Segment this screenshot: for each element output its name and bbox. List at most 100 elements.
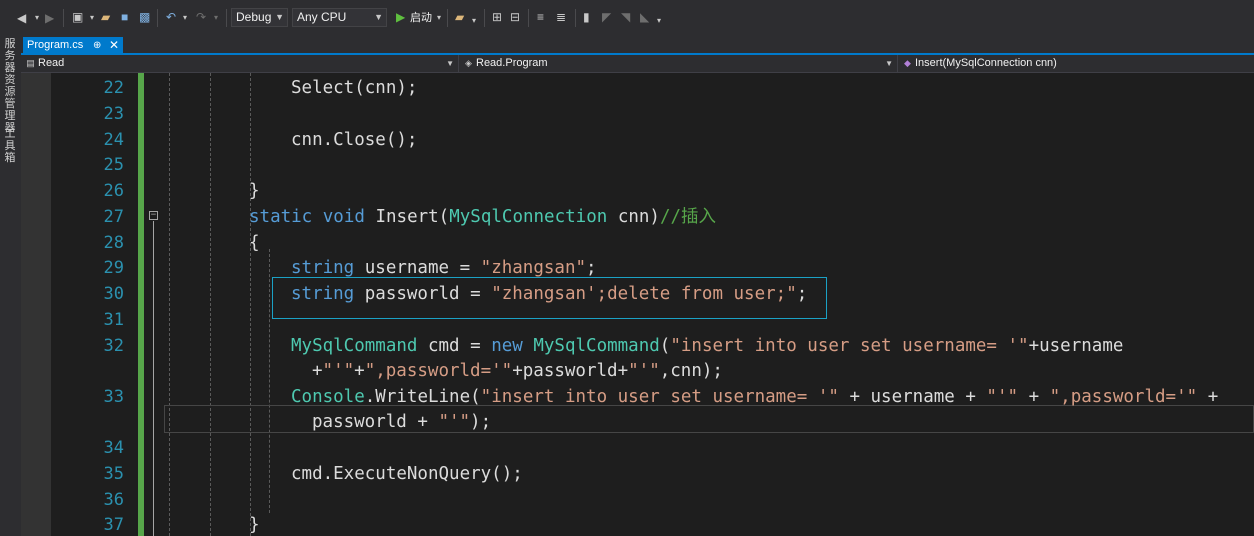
chevron-down-icon: ▼: [374, 12, 383, 22]
code-line-22: Select(cnn);: [291, 78, 417, 98]
indent-guide: [169, 73, 170, 536]
type-name: MySqlCommand: [291, 336, 418, 356]
code-line-24: cnn.Close();: [291, 130, 417, 150]
csharp-project-icon: ▤: [26, 58, 35, 68]
string-literal: "'": [438, 412, 471, 432]
solution-configuration-select[interactable]: Debug ▼: [231, 8, 288, 27]
toolbar-separator: [484, 9, 485, 27]
string-literal: ",passworld='": [364, 361, 513, 381]
change-tracking-bar: [138, 73, 144, 536]
project-name: Read: [38, 57, 65, 69]
save-all-icon[interactable]: ▩: [139, 10, 150, 24]
chevron-down-icon: ▼: [275, 12, 284, 22]
indent-guide: [269, 249, 270, 513]
toolbar-separator: [528, 9, 529, 27]
keyword: new: [491, 336, 523, 356]
line-number: 34: [103, 438, 124, 458]
navigation-bar: ▤ Read ▼ ◈ Read.Program ▼ ◆ Insert(MySqlCon…: [21, 55, 1254, 73]
keyword: string: [291, 258, 355, 278]
start-dropdown-icon[interactable]: ▾: [437, 11, 441, 25]
toolbar-separator: [226, 9, 227, 27]
string-literal: "'": [986, 387, 1019, 407]
line-number: 37: [103, 515, 124, 535]
class-dropdown[interactable]: ◈ Read.Program ▼: [459, 55, 898, 72]
toolbar-separator: [575, 9, 576, 27]
start-play-icon[interactable]: ▶: [396, 10, 405, 24]
forward-arrow-icon[interactable]: ▶: [45, 11, 54, 25]
undo-icon[interactable]: ↶: [166, 10, 176, 24]
redo-dropdown-icon[interactable]: ▾: [214, 11, 218, 25]
code-line-32: MySqlCommand cmd = new MySqlCommand("ins…: [291, 336, 1123, 356]
line-number: 28: [103, 233, 124, 253]
method-name: Insert(: [375, 207, 450, 227]
chevron-down-icon: ▼: [446, 59, 454, 68]
code-text: passworld =: [354, 284, 492, 304]
undo-dropdown-icon[interactable]: ▾: [183, 11, 187, 25]
find-in-files-icon[interactable]: ▰: [455, 10, 464, 24]
type-name: Console: [291, 387, 365, 407]
code-text: .WriteLine(: [364, 387, 481, 407]
type-name: MySqlConnection: [449, 207, 608, 227]
next-bookmark-icon[interactable]: ◥: [621, 10, 630, 24]
clear-bookmarks-icon[interactable]: ◣: [640, 10, 649, 24]
code-line-37: }: [249, 515, 260, 535]
configuration-value: Debug: [236, 10, 272, 24]
code-text: +: [354, 361, 365, 381]
code-text: +: [312, 361, 323, 381]
new-project-icon[interactable]: ▣: [72, 10, 83, 24]
solution-platform-select[interactable]: Any CPU ▼: [292, 8, 387, 27]
toolbar-overflow-icon[interactable]: ▾: [657, 14, 661, 28]
code-text: ;: [586, 258, 597, 278]
code-line-26: }: [249, 181, 260, 201]
line-number: 31: [103, 310, 124, 330]
open-folder-icon[interactable]: ▰: [101, 10, 110, 24]
start-button-label[interactable]: 启动: [410, 11, 432, 25]
keyword: static: [249, 207, 313, 227]
server-explorer-tab[interactable]: 服务器资源管理器: [3, 38, 17, 134]
previous-bookmark-icon[interactable]: ◤: [602, 10, 611, 24]
project-dropdown[interactable]: ▤ Read ▼: [21, 55, 459, 72]
code-line-33: Console.WriteLine("insert into user set …: [291, 387, 1218, 407]
line-number: 30: [103, 284, 124, 304]
tab-program-cs[interactable]: Program.cs ⊕ ✕: [23, 37, 123, 55]
string-literal: "zhangsan": [480, 258, 587, 278]
toolbox-tab[interactable]: 工具箱: [3, 128, 17, 164]
chevron-down-icon: ▼: [885, 59, 893, 68]
code-text: +: [1018, 387, 1050, 407]
code-text: cmd =: [417, 336, 492, 356]
line-number: 29: [103, 258, 124, 278]
code-text: cnn.Close();: [291, 130, 418, 150]
back-dropdown-icon[interactable]: ▾: [35, 11, 39, 25]
code-line-33-wrap: passworld + "'");: [312, 412, 491, 432]
redo-icon[interactable]: ↷: [196, 10, 206, 24]
class-icon: ◈: [465, 58, 472, 68]
close-icon[interactable]: ✕: [109, 37, 119, 54]
toolbar: ◀ ▾ ▶ ▣ ▾ ▰ ■ ▩ ↶ ▾ ↷ ▾ Debug ▼ Any CPU …: [0, 0, 1254, 36]
uncomment-icon[interactable]: ≣: [556, 10, 566, 24]
find-dropdown-icon[interactable]: ▾: [472, 14, 476, 28]
tab-label: Program.cs: [27, 39, 84, 51]
pin-icon[interactable]: ⊕: [93, 37, 101, 54]
toolbar-separator: [157, 9, 158, 27]
object-browser-icon[interactable]: ⊟: [510, 10, 520, 24]
member-dropdown[interactable]: ◆ Insert(MySqlConnection cnn): [898, 55, 1254, 72]
save-icon[interactable]: ■: [121, 10, 128, 24]
collapse-icon[interactable]: −: [149, 211, 158, 220]
code-text: username =: [354, 258, 481, 278]
method-icon: ◆: [904, 58, 911, 68]
comment-out-icon[interactable]: ≡: [537, 10, 544, 24]
bookmark-icon[interactable]: ▮: [583, 10, 590, 24]
code-editor[interactable]: 22 23 24 25 26 27 28 29 30 31 32 33 34 3…: [21, 73, 1254, 536]
line-number: 36: [103, 490, 124, 510]
new-dropdown-icon[interactable]: ▾: [90, 11, 94, 25]
code-line-29: string username = "zhangsan";: [291, 258, 597, 278]
code-text: + username +: [838, 387, 987, 407]
class-view-icon[interactable]: ⊞: [492, 10, 502, 24]
back-arrow-icon[interactable]: ◀: [17, 11, 26, 25]
indicator-margin: [21, 73, 51, 536]
code-text: Select(cnn);: [291, 78, 418, 98]
line-number: 24: [103, 130, 124, 150]
class-name: Read.Program: [476, 57, 548, 69]
string-literal: "'": [322, 361, 355, 381]
